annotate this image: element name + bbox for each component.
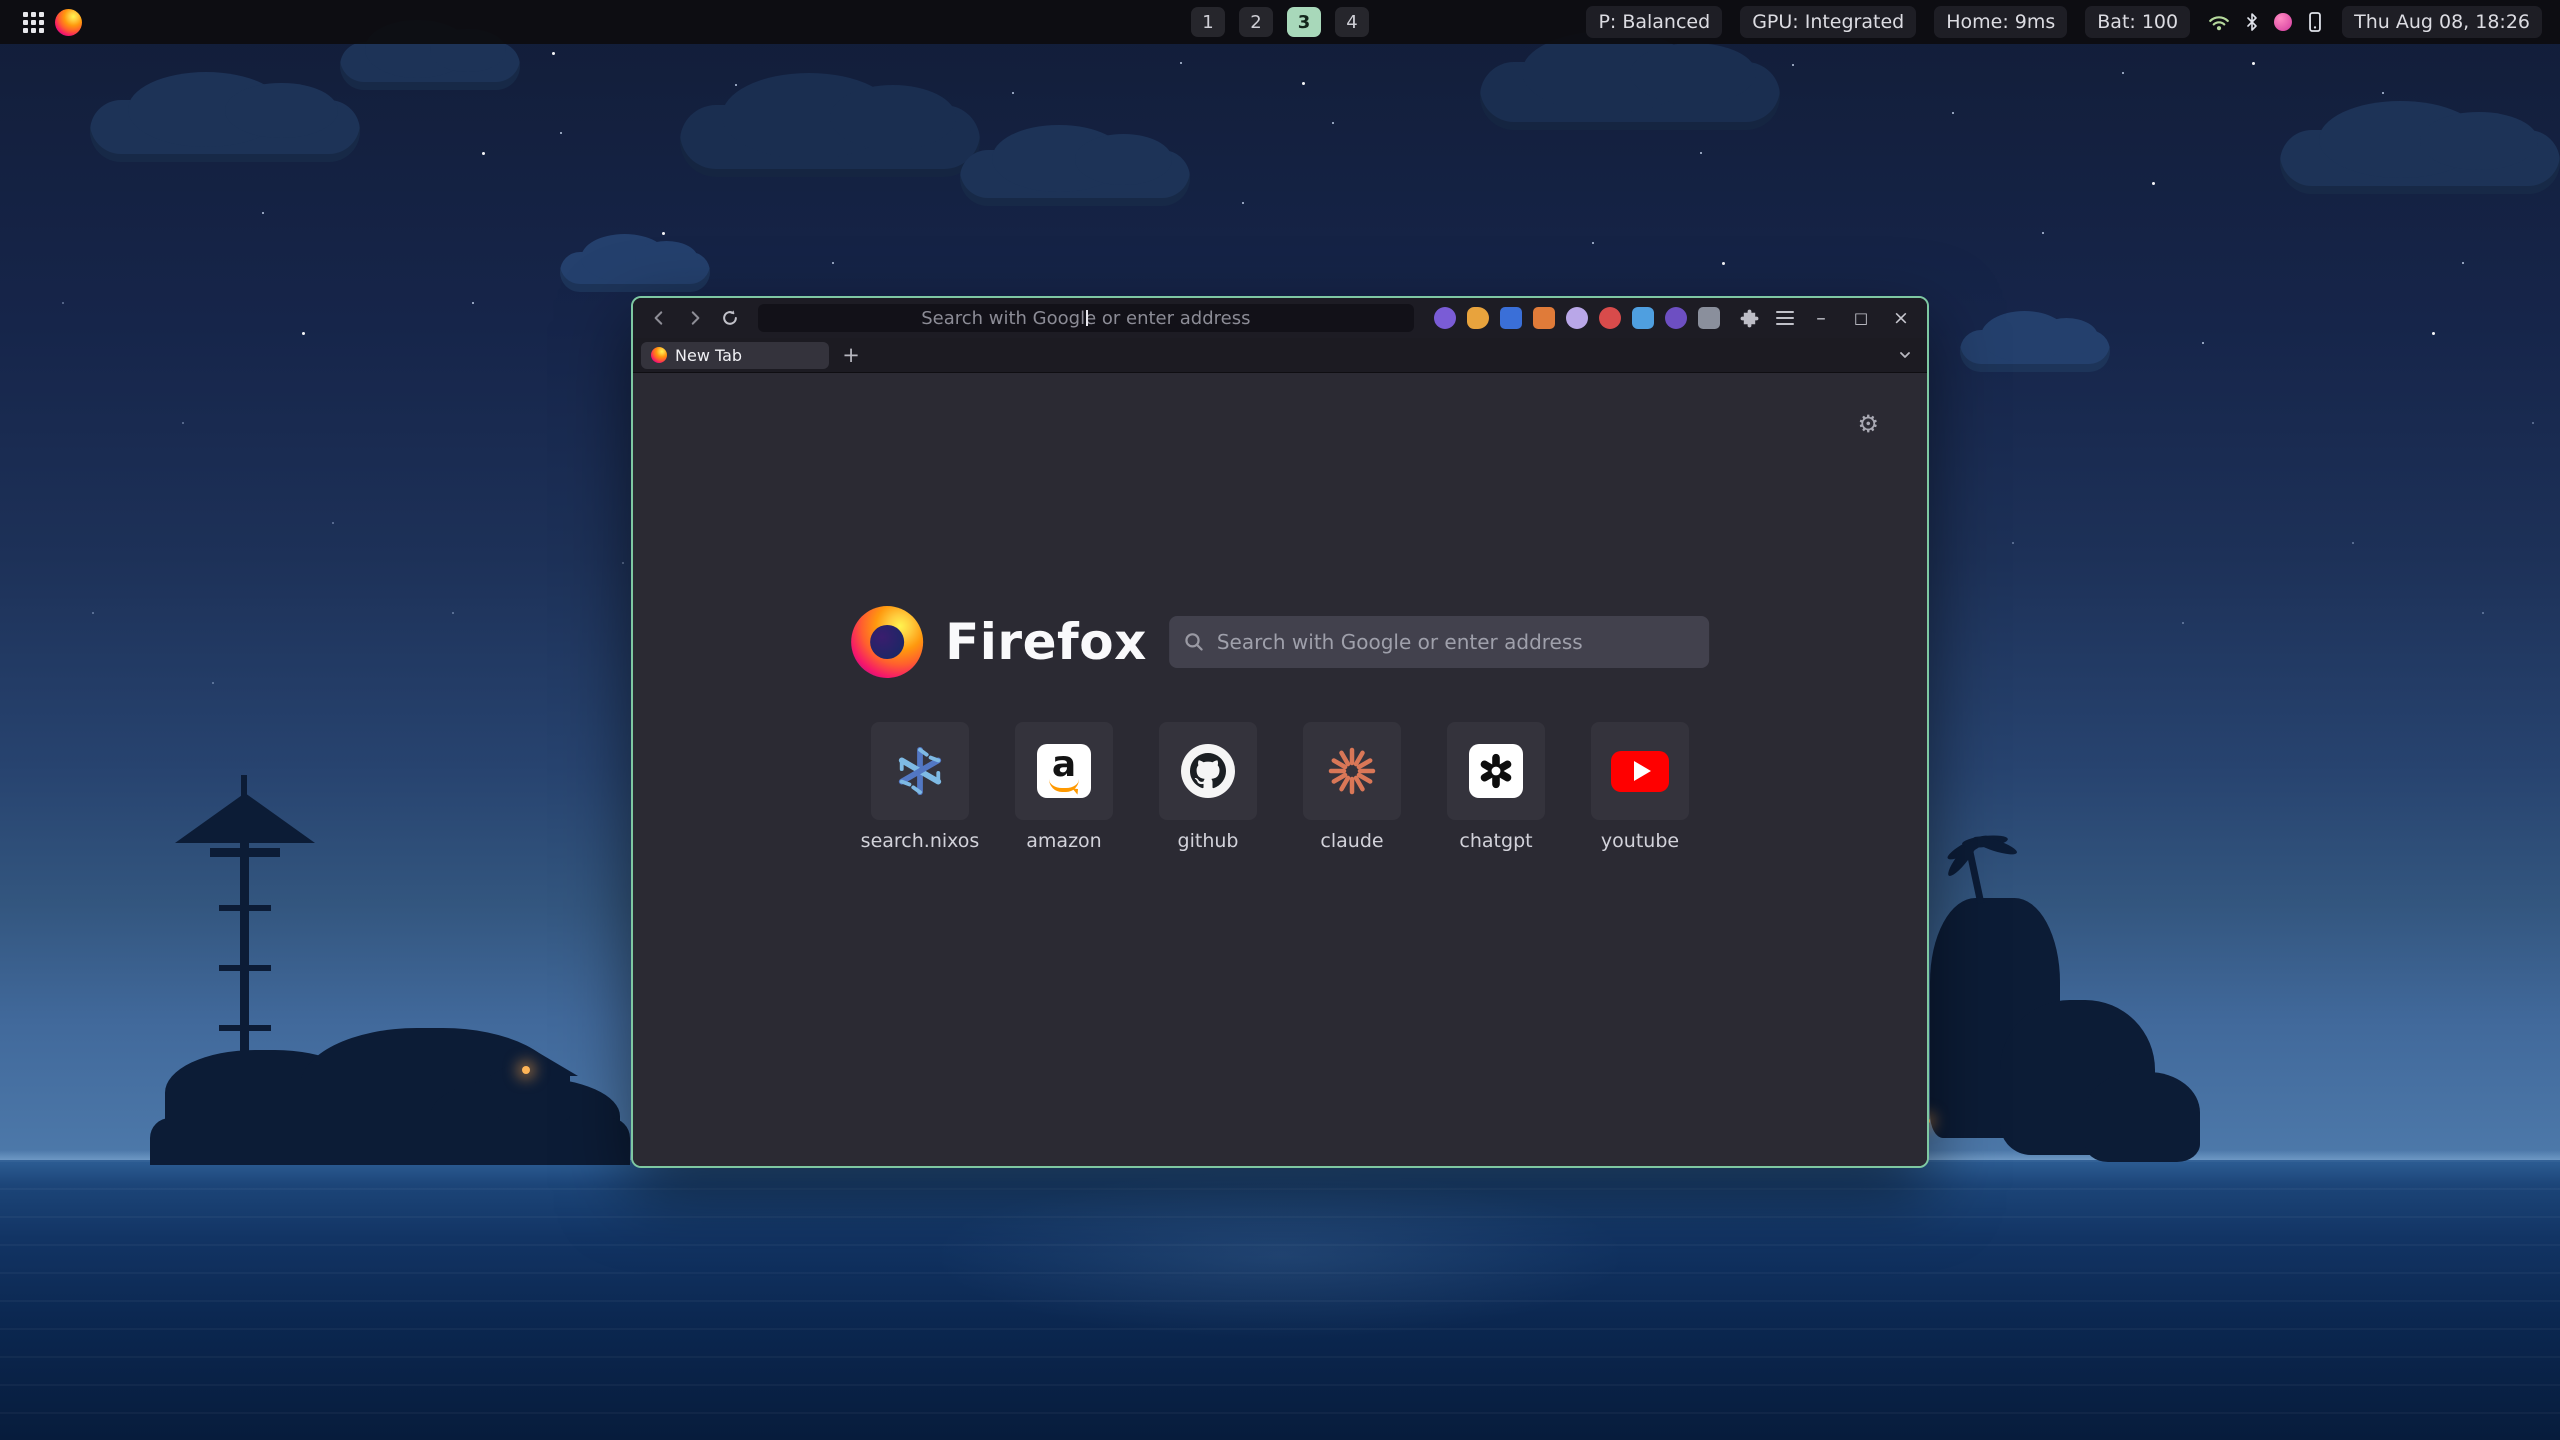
minimize-button[interactable]: – bbox=[1805, 303, 1837, 333]
workspace-switcher: 1 2 3 4 bbox=[1191, 0, 1369, 44]
shortcut-tiles: search.nixos a amazon bbox=[871, 722, 1689, 852]
reload-icon bbox=[721, 309, 739, 327]
settings-gear-icon[interactable]: ⚙ bbox=[1851, 409, 1885, 439]
reload-button[interactable] bbox=[714, 303, 746, 333]
extension-icon-8[interactable] bbox=[1665, 307, 1687, 329]
back-icon bbox=[650, 309, 668, 327]
newtab-page: ⚙ Firefox bbox=[633, 373, 1927, 1166]
firefox-icon[interactable] bbox=[55, 9, 82, 36]
power-profile-module[interactable]: P: Balanced bbox=[1586, 6, 1722, 38]
chatgpt-knot-icon bbox=[1469, 744, 1523, 798]
color-profile-icon[interactable] bbox=[2274, 13, 2292, 31]
app-grid-icon[interactable] bbox=[23, 12, 28, 17]
workspace-button-2[interactable]: 2 bbox=[1239, 7, 1273, 37]
status-bar: 1 2 3 4 P: Balanced GPU: Integrated Home… bbox=[0, 0, 2560, 44]
github-octocat-icon bbox=[1181, 744, 1235, 798]
new-tab-button[interactable]: + bbox=[837, 342, 865, 369]
newtab-search-input[interactable] bbox=[1215, 615, 1709, 669]
firefox-logo bbox=[851, 606, 923, 678]
cloud bbox=[1960, 330, 2110, 372]
newtab-hero: Firefox bbox=[851, 606, 1709, 678]
forward-icon bbox=[686, 309, 704, 327]
extension-icon-7[interactable] bbox=[1632, 307, 1654, 329]
tab-title: New Tab bbox=[675, 346, 742, 365]
search-icon bbox=[1183, 631, 1205, 653]
window-controls: – □ × bbox=[1805, 303, 1917, 333]
youtube-play-icon bbox=[1611, 751, 1669, 792]
wifi-icon[interactable] bbox=[2208, 12, 2230, 32]
cloud bbox=[1480, 62, 1780, 130]
workspace-button-4[interactable]: 4 bbox=[1335, 7, 1369, 37]
shortcut-amazon[interactable]: a amazon bbox=[1015, 722, 1113, 852]
workspace-button-1[interactable]: 1 bbox=[1191, 7, 1225, 37]
tab-list-button[interactable] bbox=[1891, 342, 1919, 369]
bluetooth-icon[interactable] bbox=[2244, 11, 2260, 33]
shortcut-search-nixos[interactable]: search.nixos bbox=[871, 722, 969, 852]
battery-module[interactable]: Bat: 100 bbox=[2085, 6, 2190, 38]
extensions-button[interactable] bbox=[1734, 303, 1766, 333]
shortcut-github[interactable]: github bbox=[1159, 722, 1257, 852]
gpu-module[interactable]: GPU: Integrated bbox=[1740, 6, 1916, 38]
home-latency-module[interactable]: Home: 9ms bbox=[1934, 6, 2067, 38]
tab-list-chevron-icon bbox=[1897, 347, 1913, 363]
forward-button[interactable] bbox=[679, 303, 711, 333]
extension-icons bbox=[1434, 307, 1720, 329]
tab-new-tab[interactable]: New Tab bbox=[641, 342, 829, 369]
cloud bbox=[90, 100, 360, 162]
extension-icon-1[interactable] bbox=[1434, 307, 1456, 329]
extensions-puzzle-icon bbox=[1740, 309, 1759, 328]
urlbar[interactable] bbox=[758, 304, 1414, 332]
extension-icon-6[interactable] bbox=[1599, 307, 1621, 329]
shortcut-chatgpt[interactable]: chatgpt bbox=[1447, 722, 1545, 852]
back-button[interactable] bbox=[643, 303, 675, 333]
cloud bbox=[680, 105, 980, 177]
newtab-search[interactable] bbox=[1169, 616, 1709, 668]
firefox-wordmark: Firefox bbox=[945, 613, 1147, 671]
desktop: 1 2 3 4 P: Balanced GPU: Integrated Home… bbox=[0, 0, 2560, 1440]
clock[interactable]: Thu Aug 08, 18:26 bbox=[2342, 6, 2542, 38]
cloud bbox=[960, 150, 1190, 206]
menu-button[interactable] bbox=[1769, 303, 1801, 333]
extension-icon-5[interactable] bbox=[1566, 307, 1588, 329]
extension-icon-9[interactable] bbox=[1698, 307, 1720, 329]
device-icon[interactable] bbox=[2306, 10, 2324, 34]
shortcut-youtube[interactable]: youtube bbox=[1591, 722, 1689, 852]
cloud bbox=[2280, 130, 2560, 194]
extension-icon-3[interactable] bbox=[1500, 307, 1522, 329]
cloud bbox=[340, 42, 520, 90]
workspace-button-3[interactable]: 3 bbox=[1287, 7, 1321, 37]
amazon-icon: a bbox=[1037, 744, 1091, 798]
water-glimmer bbox=[930, 1170, 1630, 1340]
shortcut-claude[interactable]: claude bbox=[1303, 722, 1401, 852]
claude-starburst-icon bbox=[1328, 747, 1376, 795]
firefox-favicon bbox=[651, 347, 667, 363]
tab-bar: New Tab + bbox=[633, 338, 1927, 373]
menu-icon bbox=[1776, 311, 1794, 325]
firefox-window: – □ × New Tab + ⚙ Firefox bbox=[631, 296, 1929, 1168]
extension-icon-4[interactable] bbox=[1533, 307, 1555, 329]
nixos-snowflake-icon bbox=[895, 746, 945, 796]
cloud bbox=[560, 252, 710, 292]
extension-icon-2[interactable] bbox=[1467, 307, 1489, 329]
close-button[interactable]: × bbox=[1885, 303, 1917, 333]
browser-toolbar: – □ × bbox=[633, 298, 1927, 338]
maximize-button[interactable]: □ bbox=[1845, 303, 1877, 333]
text-caret bbox=[1086, 310, 1088, 326]
